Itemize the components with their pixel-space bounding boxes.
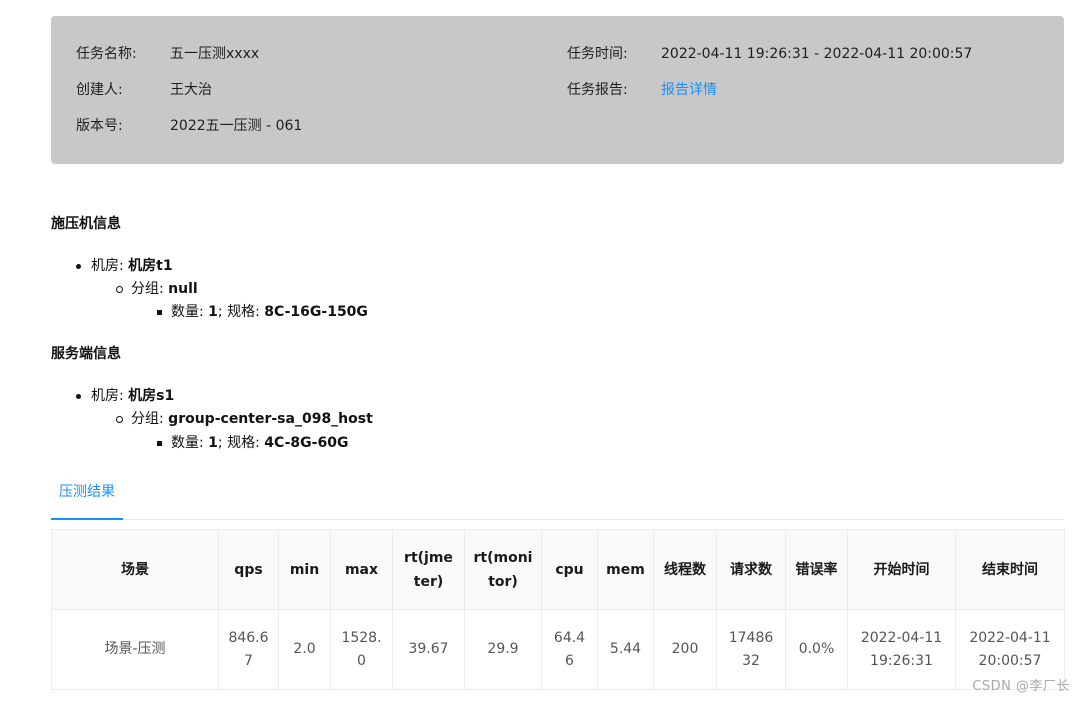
load-group-item: 分组: null: [116, 279, 198, 299]
task-report-label: 任务报告:: [567, 82, 628, 98]
server-group-value: group-center-sa_098_host: [168, 411, 373, 427]
cell-cpu: 64.46: [541, 609, 598, 690]
server-room-label: 机房:: [91, 388, 124, 404]
load-room-label: 机房:: [91, 258, 124, 274]
load-machine-section-title: 施压机信息: [51, 216, 121, 232]
creator-label: 创建人:: [76, 82, 123, 98]
load-group-value: null: [168, 281, 198, 297]
cell-max: 1528.0: [330, 609, 393, 690]
task-name-label: 任务名称:: [76, 46, 137, 62]
version-label: 版本号:: [76, 118, 123, 134]
header-end-time: 结束时间: [955, 529, 1065, 610]
load-spec-item: 数量: 1; 规格: 8C-16G-150G: [157, 302, 368, 322]
header-max: max: [330, 529, 393, 610]
server-room-item: 机房: 机房s1: [76, 386, 175, 406]
cell-rt-monitor: 29.9: [464, 609, 542, 690]
cell-qps: 846.67: [218, 609, 279, 690]
server-count-label: 数量:: [171, 435, 204, 451]
report-detail-link[interactable]: 报告详情: [661, 80, 717, 100]
server-spec-value: 4C-8G-60G: [264, 435, 349, 451]
bullet-square-icon: [157, 310, 162, 315]
tab-active-indicator: [51, 518, 123, 520]
table-header-row: 场景 qps min max rt(jmeter) rt(monitor) cp…: [51, 529, 1065, 610]
task-time-value: 2022-04-11 19:26:31 - 2022-04-11 20:00:5…: [661, 46, 973, 62]
header-threads: 线程数: [653, 529, 717, 610]
header-qps: qps: [218, 529, 279, 610]
bullet-circle-icon: [116, 286, 123, 293]
table-row: 场景-压测 846.67 2.0 1528.0 39.67 29.9 64.46…: [51, 609, 1065, 690]
load-group-label: 分组:: [131, 281, 164, 297]
cell-requests: 1748632: [716, 609, 786, 690]
load-count-value: 1: [208, 304, 218, 320]
header-start-time: 开始时间: [847, 529, 956, 610]
load-spec-value: 8C-16G-150G: [264, 304, 368, 320]
result-tabs: 压测结果: [51, 478, 1064, 520]
cell-start-time: 2022-04-11 19:26:31: [847, 609, 956, 690]
bullet-dot-icon: [76, 264, 81, 269]
load-count-label: 数量:: [171, 304, 204, 320]
header-rt-jmeter: rt(jmeter): [392, 529, 465, 610]
task-name-value: 五一压测xxxx: [170, 46, 260, 62]
load-spec-label: ; 规格:: [217, 304, 260, 320]
server-spec-label: ; 规格:: [217, 435, 260, 451]
version-value: 2022五一压测 - 061: [170, 118, 303, 134]
result-table: 场景 qps min max rt(jmeter) rt(monitor) cp…: [51, 529, 1065, 690]
cell-min: 2.0: [278, 609, 331, 690]
load-room-value: 机房t1: [128, 258, 173, 274]
header-scene: 场景: [51, 529, 219, 610]
creator-value: 王大治: [170, 82, 212, 98]
server-count-value: 1: [208, 435, 218, 451]
header-min: min: [278, 529, 331, 610]
header-cpu: cpu: [541, 529, 598, 610]
bullet-circle-icon: [116, 416, 123, 423]
header-mem: mem: [597, 529, 654, 610]
csdn-watermark: CSDN @李厂长: [972, 679, 1070, 694]
cell-threads: 200: [653, 609, 717, 690]
server-group-item: 分组: group-center-sa_098_host: [116, 409, 373, 429]
header-requests: 请求数: [716, 529, 786, 610]
server-spec-item: 数量: 1; 规格: 4C-8G-60G: [157, 433, 349, 453]
task-info-card: 任务名称: 五一压测xxxx 创建人: 王大治 版本号: 2022五一压测 - …: [51, 16, 1064, 164]
server-group-label: 分组:: [131, 411, 164, 427]
cell-mem: 5.44: [597, 609, 654, 690]
bullet-dot-icon: [76, 394, 81, 399]
cell-scene: 场景-压测: [51, 609, 219, 690]
header-error-rate: 错误率: [785, 529, 848, 610]
tab-stress-result[interactable]: 压测结果: [51, 478, 123, 516]
load-room-item: 机房: 机房t1: [76, 256, 173, 276]
bullet-square-icon: [157, 441, 162, 446]
cell-error-rate: 0.0%: [785, 609, 848, 690]
server-room-value: 机房s1: [128, 388, 175, 404]
task-time-label: 任务时间:: [567, 46, 628, 62]
cell-rt-jmeter: 39.67: [392, 609, 465, 690]
server-section-title: 服务端信息: [51, 346, 121, 362]
header-rt-monitor: rt(monitor): [464, 529, 542, 610]
